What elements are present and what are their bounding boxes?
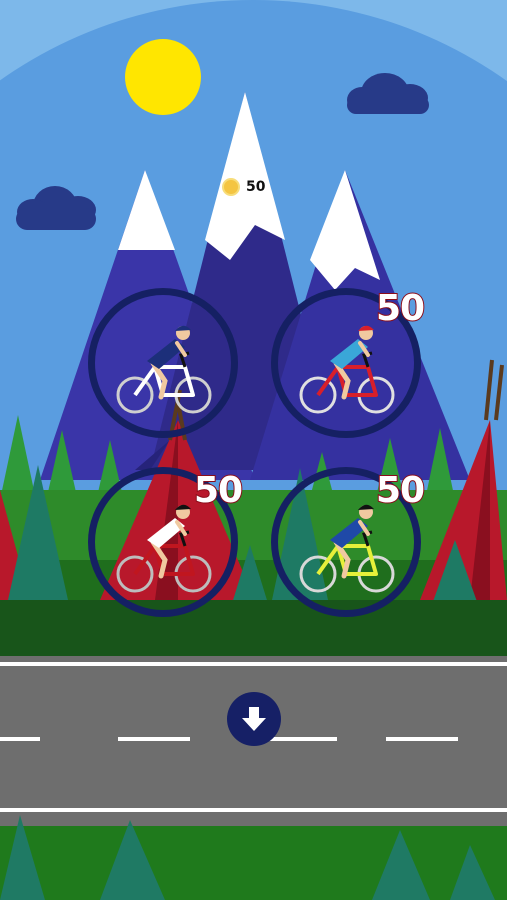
game-background — [0, 0, 507, 900]
cyclist — [116, 325, 212, 414]
bike-4-price: 50 — [375, 469, 426, 512]
bike-2-price: 50 — [375, 287, 426, 330]
bike-slot-1[interactable] — [88, 288, 238, 438]
scroll-down-button[interactable] — [227, 692, 281, 746]
coin-count: 50 — [246, 179, 266, 195]
arrow-down-icon — [242, 707, 266, 731]
coin-icon — [222, 178, 240, 196]
sun — [125, 39, 201, 115]
grass-tufts — [0, 600, 507, 658]
bike-3-price: 50 — [193, 469, 244, 512]
coin-counter: 50 — [222, 178, 265, 196]
